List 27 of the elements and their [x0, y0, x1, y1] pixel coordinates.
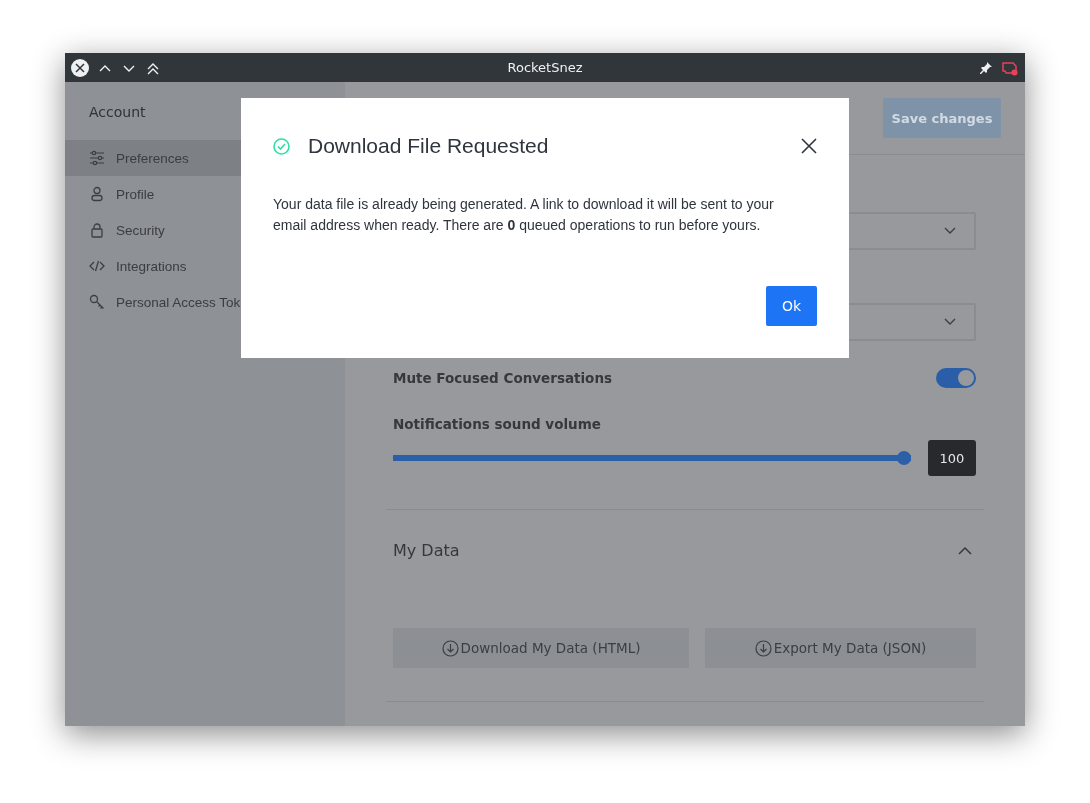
toggle-switch[interactable]	[936, 368, 976, 388]
section-title: My Data	[393, 541, 460, 560]
chevron-icon[interactable]	[958, 546, 972, 555]
download-button[interactable]: Download My Data (HTML)	[393, 628, 689, 668]
volume-reading: 100	[928, 440, 976, 476]
code-icon	[89, 258, 105, 274]
pin-icon[interactable]	[979, 60, 993, 75]
sliders-icon	[89, 150, 105, 166]
user-icon	[89, 186, 105, 202]
sidebar-item[interactable]: Personal Access Tok	[65, 284, 345, 320]
toggle-label: Mute Focused Conversations	[393, 370, 613, 386]
lock-icon	[89, 222, 105, 238]
volume-label: Notifications sound volume	[393, 416, 602, 432]
sidebar-heading: Account	[89, 104, 147, 120]
close-icon[interactable]	[801, 138, 817, 154]
download-icon	[754, 639, 772, 657]
download-button[interactable]: Export My Data (JSON)	[705, 628, 976, 668]
sidebar-item[interactable]: Integrations	[65, 248, 345, 284]
chevron-down-icon	[944, 318, 956, 326]
download-icon	[441, 639, 459, 657]
dialog-message: Your data file is already being generated. A link to download it will be sent to your email address when ready. There are 0 queued operations to run before yours.	[273, 195, 775, 235]
close-icon[interactable]	[71, 58, 89, 77]
key-icon	[89, 294, 105, 310]
chevron-down-icon	[944, 227, 956, 235]
check-circle-icon	[273, 137, 290, 155]
ok-button[interactable]: Ok	[766, 286, 817, 326]
window-title: RocketSnez	[507, 60, 583, 75]
